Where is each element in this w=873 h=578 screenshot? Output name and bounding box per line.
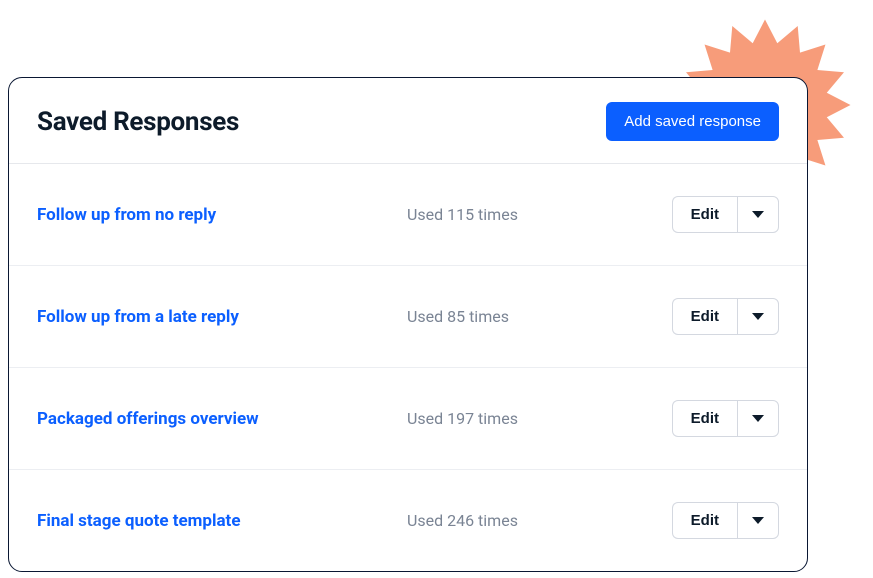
edit-button[interactable]: Edit [672,502,737,539]
response-name-link[interactable]: Final stage quote template [37,511,407,531]
saved-response-row: Follow up from no reply Used 115 times E… [9,164,807,266]
edit-button[interactable]: Edit [672,298,737,335]
caret-down-icon [752,517,764,524]
response-name-link[interactable]: Follow up from no reply [37,205,407,225]
caret-down-icon [752,211,764,218]
usage-count: Used 197 times [407,409,672,428]
saved-responses-card: Saved Responses Add saved response Follo… [8,77,808,572]
edit-button[interactable]: Edit [672,196,737,233]
usage-count: Used 115 times [407,205,672,224]
caret-down-icon [752,415,764,422]
row-actions-dropdown[interactable] [737,400,779,437]
card-header: Saved Responses Add saved response [9,78,807,164]
saved-response-row: Final stage quote template Used 246 time… [9,470,807,571]
add-saved-response-button[interactable]: Add saved response [606,102,779,141]
saved-response-row: Follow up from a late reply Used 85 time… [9,266,807,368]
response-name-link[interactable]: Packaged offerings overview [37,409,407,429]
row-actions-dropdown[interactable] [737,502,779,539]
row-actions: Edit [672,196,779,233]
row-actions-dropdown[interactable] [737,298,779,335]
usage-count: Used 246 times [407,511,672,530]
usage-count: Used 85 times [407,307,672,326]
row-actions: Edit [672,400,779,437]
row-actions-dropdown[interactable] [737,196,779,233]
response-name-link[interactable]: Follow up from a late reply [37,307,407,327]
page-title: Saved Responses [37,107,239,137]
edit-button[interactable]: Edit [672,400,737,437]
row-actions: Edit [672,298,779,335]
row-actions: Edit [672,502,779,539]
caret-down-icon [752,313,764,320]
saved-response-row: Packaged offerings overview Used 197 tim… [9,368,807,470]
